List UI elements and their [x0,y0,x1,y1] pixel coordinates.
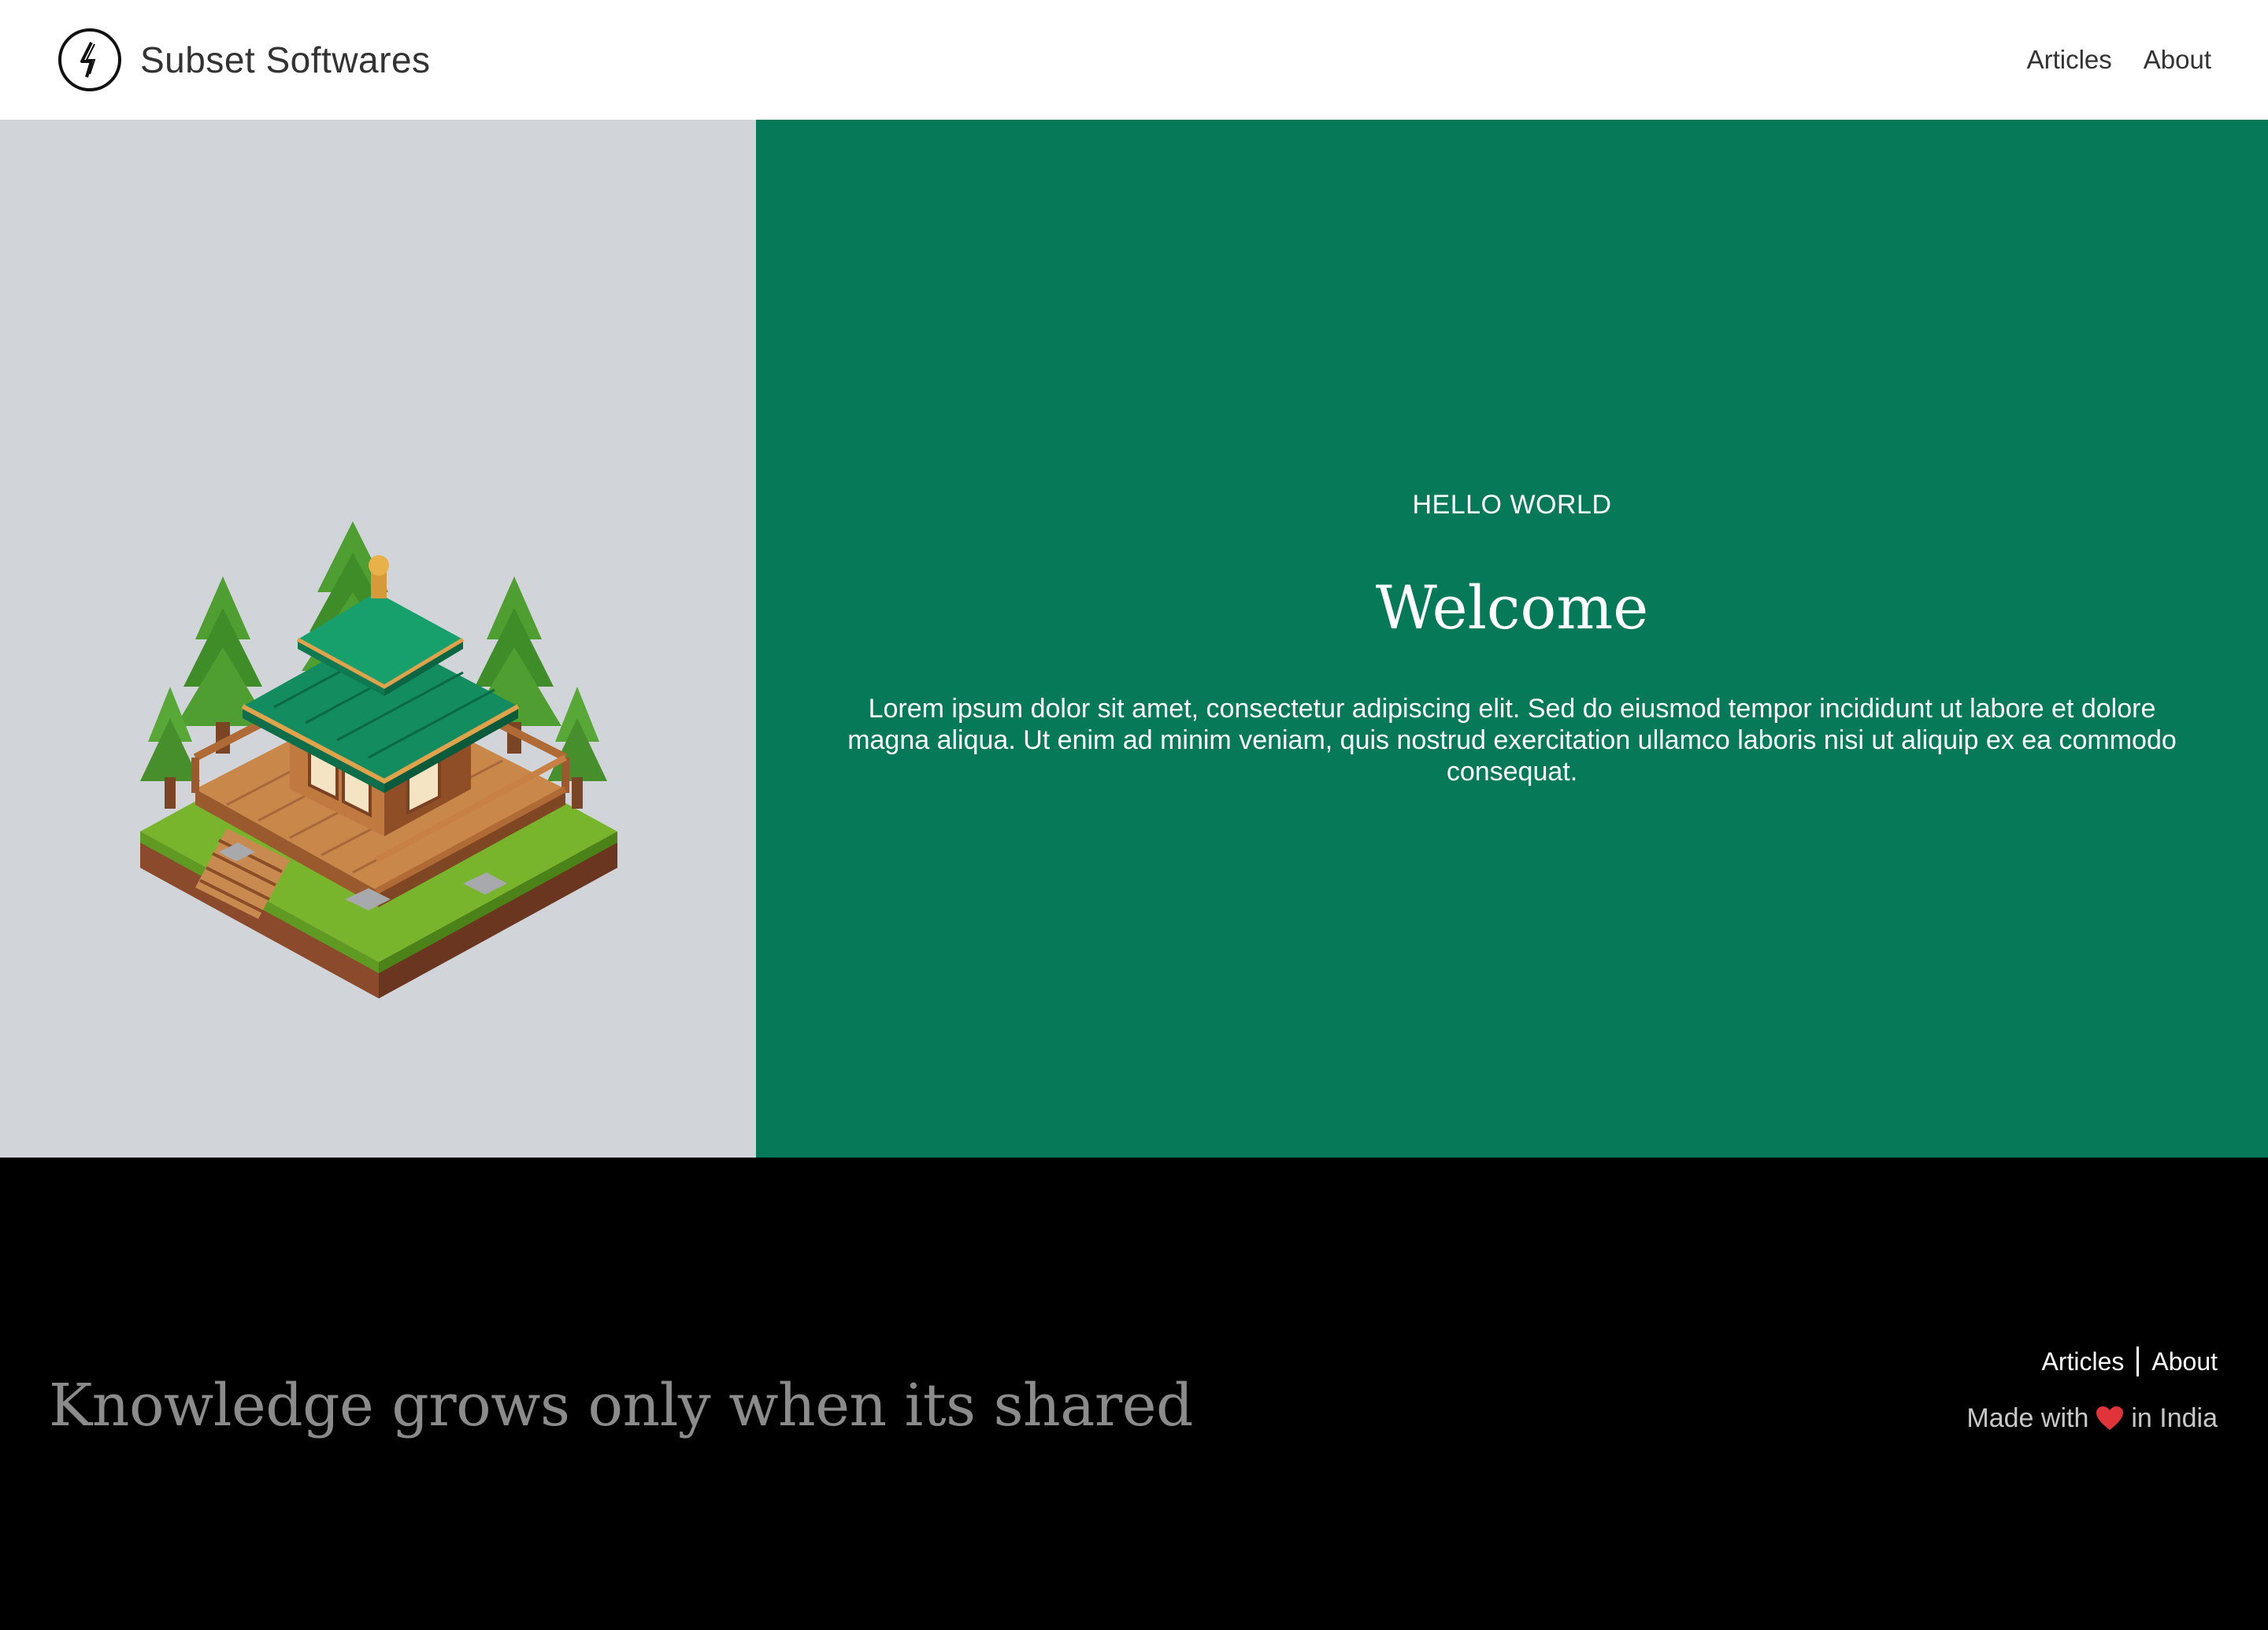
hero-body: Lorem ipsum dolor sit amet, consectetur … [847,694,2177,787]
nav-about-link[interactable]: About [2144,45,2211,75]
heart-icon [2096,1406,2124,1430]
footer-link-divider [2136,1347,2140,1376]
site-header: Subset Softwares Articles About [0,0,2268,120]
footer-links: Articles About [2041,1347,2218,1376]
made-with-suffix: in India [2131,1403,2218,1433]
made-with-prefix: Made with [1966,1403,2089,1433]
hero-title: Welcome [1375,572,1649,643]
made-with-text: Made with in India [1966,1403,2218,1434]
hero-image-panel [0,120,756,1158]
site-footer: Knowledge grows only when its shared Art… [0,1158,2268,1630]
pagoda-house-illustration [140,521,617,998]
hero-text-panel: HELLO WORLD Welcome Lorem ipsum dolor si… [756,120,2268,1158]
footer-articles-link[interactable]: Articles [2041,1347,2124,1376]
brand-logo-icon [58,28,121,91]
footer-tagline: Knowledge grows only when its shared [49,1372,1193,1439]
page: Subset Softwares Articles About HELLO WO… [0,0,2268,1630]
hero-eyebrow: HELLO WORLD [1412,490,1612,520]
main-nav: Articles About [2027,45,2211,75]
brand-link[interactable]: Subset Softwares [58,28,431,91]
nav-articles-link[interactable]: Articles [2027,45,2112,75]
brand-name: Subset Softwares [140,39,431,80]
footer-about-link[interactable]: About [2151,1347,2218,1376]
